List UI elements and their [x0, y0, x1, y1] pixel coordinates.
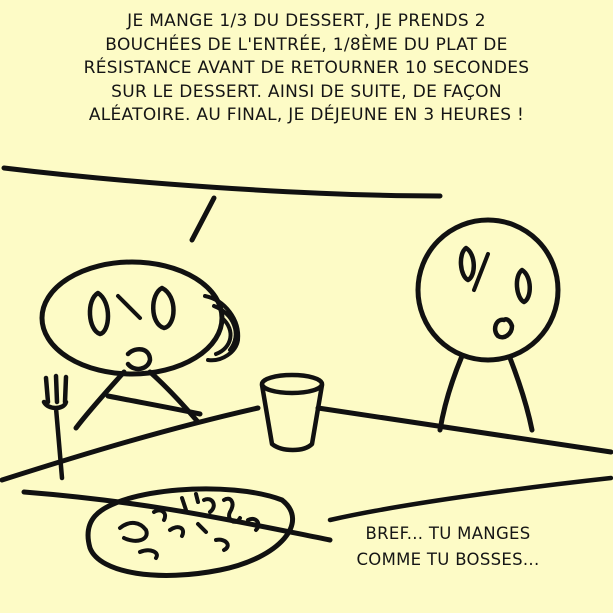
- right-character: [415, 217, 561, 433]
- comic-panel: JE MANGE 1/3 DU DESSERT, JE PRENDS 2 BOU…: [0, 0, 613, 613]
- right-character-head: [415, 217, 561, 363]
- right-character-eyebrow: [472, 252, 490, 292]
- right-character-eye: [458, 245, 476, 283]
- left-character-eye: [87, 290, 111, 337]
- left-character-eye: [151, 285, 176, 331]
- speech-bubble-tail: [189, 195, 217, 243]
- table-edge: [0, 405, 261, 483]
- speech-bubble-border: [1, 165, 443, 199]
- right-character-body: [507, 355, 535, 433]
- left-character-head: [39, 259, 225, 377]
- right-character-eye: [514, 267, 532, 305]
- speech-bubble-bottom-border: [327, 475, 613, 523]
- glass-rim: [259, 372, 325, 396]
- left-character-mouth: [125, 346, 153, 372]
- left-character: [39, 259, 241, 481]
- glass: [259, 372, 325, 453]
- plate: [85, 486, 296, 578]
- right-character-mouth: [492, 317, 515, 340]
- plate-rim: [85, 486, 296, 578]
- speech-text-top: JE MANGE 1/3 DU DESSERT, JE PRENDS 2 BOU…: [83, 11, 530, 125]
- speech-text-bottom: BREF... TU MANGES COMME TU BOSSES...: [356, 524, 540, 569]
- table-edge: [315, 405, 613, 455]
- left-character-eyebrow: [116, 294, 142, 320]
- right-character-body: [437, 353, 465, 433]
